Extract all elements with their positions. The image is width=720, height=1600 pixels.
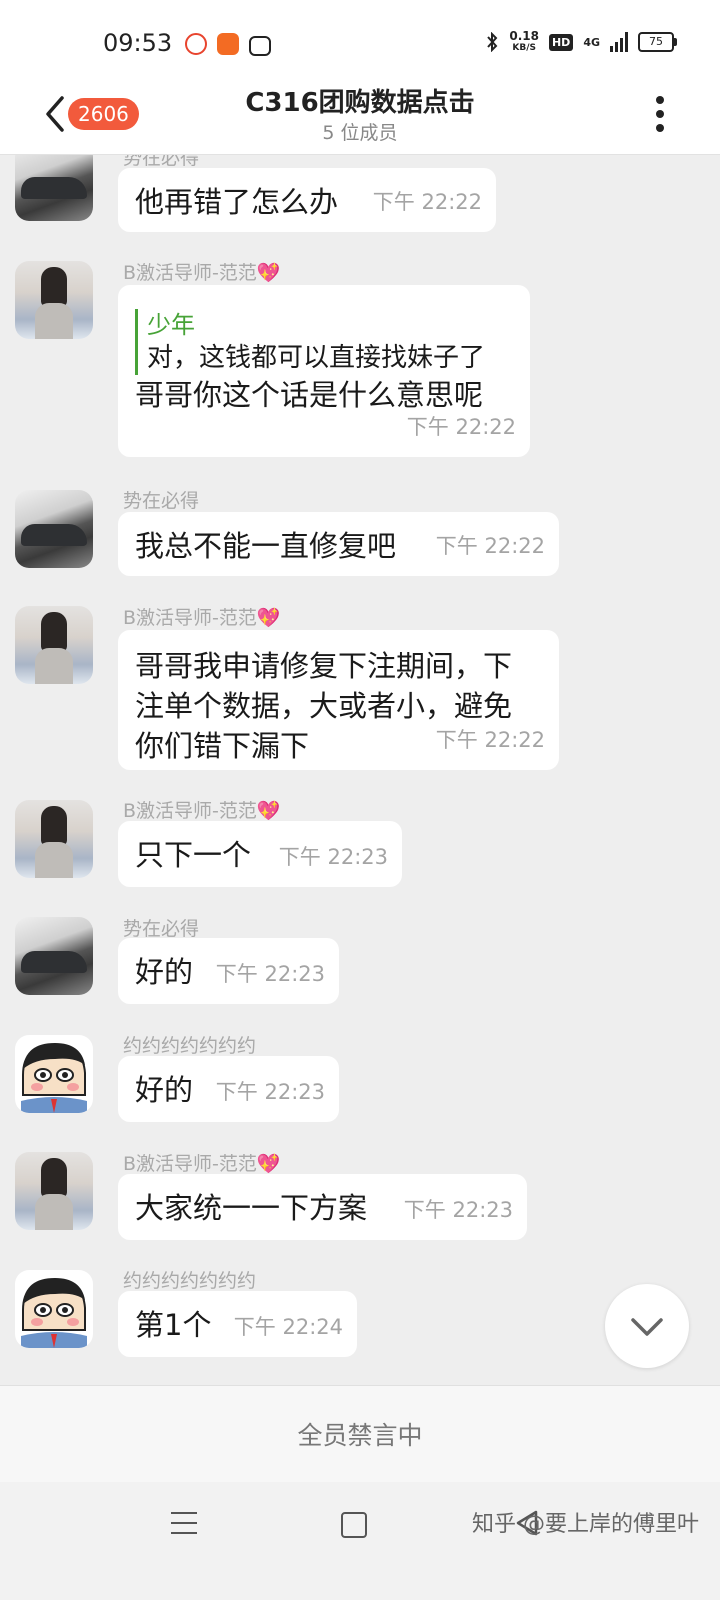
message-time: 下午 22:22 xyxy=(406,415,516,439)
sender-name: B激活导师-范范💖 xyxy=(123,607,281,629)
input-area: 全员禁言中 xyxy=(0,1385,720,1483)
group-title[interactable]: C316团购数据点击 xyxy=(0,82,720,119)
avatar[interactable] xyxy=(15,606,93,684)
message-bubble[interactable]: 第1个 下午 22:24 xyxy=(118,1291,357,1357)
message-time: 下午 22:24 xyxy=(233,1315,343,1339)
avatar[interactable] xyxy=(15,261,93,339)
net-speed-value: 0.18 xyxy=(509,29,539,43)
record-app-icon xyxy=(185,33,207,55)
sender-name: 势在必得 xyxy=(123,918,200,940)
member-count[interactable]: 5 位成员 xyxy=(0,118,720,145)
message-text: 大家统一一下方案 xyxy=(135,1191,368,1225)
avatar[interactable] xyxy=(15,800,93,878)
message-time: 下午 22:23 xyxy=(403,1198,513,1222)
sender-name: 约约约约约约约 xyxy=(123,1035,257,1057)
avatar[interactable] xyxy=(15,490,93,568)
message-bubble[interactable]: 好的 下午 22:23 xyxy=(118,938,339,1004)
avatar[interactable] xyxy=(15,917,93,995)
message-time: 下午 22:22 xyxy=(435,534,545,558)
message-bubble[interactable]: 我总不能一直修复吧 下午 22:22 xyxy=(118,512,559,576)
home-icon[interactable] xyxy=(341,1512,367,1538)
status-indicators: 0.18 KB/S HD 4G 75 xyxy=(485,30,677,54)
watermark: 知乎 @要上岸的傅里叶 xyxy=(472,1512,699,1537)
message-text: 好的 xyxy=(135,955,194,989)
battery-icon: 75 xyxy=(638,32,677,52)
sender-name: 约约约约约约约 xyxy=(123,1270,257,1292)
message-time: 下午 22:23 xyxy=(215,962,325,986)
message-bubble[interactable]: 少年 对，这钱都可以直接找妹子了 哥哥你这个话是什么意思呢 下午 22:22 xyxy=(118,285,530,457)
message-text-line: 哥哥我申请修复下注期间，下 xyxy=(135,649,513,683)
tv-app-icon xyxy=(249,36,271,56)
sender-name: B激活导师-范范💖 xyxy=(123,262,281,284)
message-bubble[interactable]: 他再错了怎么办 下午 22:22 xyxy=(118,168,496,232)
message-text: 第1个 xyxy=(135,1308,212,1342)
quoted-sender: 少年 xyxy=(147,311,195,339)
network-type: 4G xyxy=(583,35,600,49)
notification-icons xyxy=(185,33,271,56)
quoted-reply[interactable]: 少年 对，这钱都可以直接找妹子了 xyxy=(135,309,512,375)
message-text: 我总不能一直修复吧 xyxy=(135,529,397,563)
cartoon-face-icon xyxy=(21,1043,87,1113)
avatar[interactable] xyxy=(15,155,93,221)
sender-name: B激活导师-范范💖 xyxy=(123,800,281,822)
cartoon-face-icon xyxy=(21,1278,87,1348)
hd-voice-icon: HD xyxy=(548,33,574,51)
recent-apps-icon[interactable] xyxy=(171,1512,197,1534)
chat-header: 2606 C316团购数据点击 5 位成员 xyxy=(0,88,720,155)
avatar[interactable] xyxy=(15,1035,93,1113)
clock: 09:53 xyxy=(103,29,173,57)
message-time: 下午 22:23 xyxy=(278,845,388,869)
more-options-icon[interactable] xyxy=(656,96,664,132)
battery-level: 75 xyxy=(649,35,663,48)
message-time: 下午 22:22 xyxy=(372,190,482,214)
message-bubble[interactable]: 只下一个 下午 22:23 xyxy=(118,821,402,887)
message-text: 好的 xyxy=(135,1073,194,1107)
message-time: 下午 22:23 xyxy=(215,1080,325,1104)
chevron-down-icon xyxy=(631,1318,663,1336)
message-bubble[interactable]: 大家统一一下方案 下午 22:23 xyxy=(118,1174,527,1240)
quoted-text: 对，这钱都可以直接找妹子了 xyxy=(147,343,486,373)
sender-name: B激活导师-范范💖 xyxy=(123,1153,281,1175)
message-list[interactable]: 势在必得 他再错了怎么办 下午 22:22 B激活导师-范范💖 少年 对，这钱都… xyxy=(0,155,720,1385)
bluetooth-icon xyxy=(487,32,498,52)
net-speed-unit: KB/S xyxy=(512,43,536,53)
message-bubble[interactable]: 好的 下午 22:23 xyxy=(118,1056,339,1122)
muted-notice: 全员禁言中 xyxy=(297,1421,423,1450)
message-bubble[interactable]: 哥哥我申请修复下注期间，下 注单个数据，大或者小，避免 你们错下漏下 下午 22… xyxy=(118,630,559,770)
shopping-app-icon xyxy=(217,33,239,55)
avatar[interactable] xyxy=(15,1270,93,1348)
system-nav-bar: 知乎 @要上岸的傅里叶 xyxy=(0,1482,720,1600)
signal-icon xyxy=(610,32,628,52)
status-bar: 09:53 0.18 KB/S HD 4G 75 xyxy=(0,0,720,88)
message-text: 只下一个 xyxy=(135,838,252,872)
message-text: 他再错了怎么办 xyxy=(135,185,339,219)
avatar[interactable] xyxy=(15,1152,93,1230)
message-time: 下午 22:22 xyxy=(435,728,545,752)
scroll-to-bottom-button[interactable] xyxy=(605,1284,689,1368)
net-speed: 0.18 KB/S xyxy=(509,30,539,54)
sender-name: 势在必得 xyxy=(123,490,200,512)
